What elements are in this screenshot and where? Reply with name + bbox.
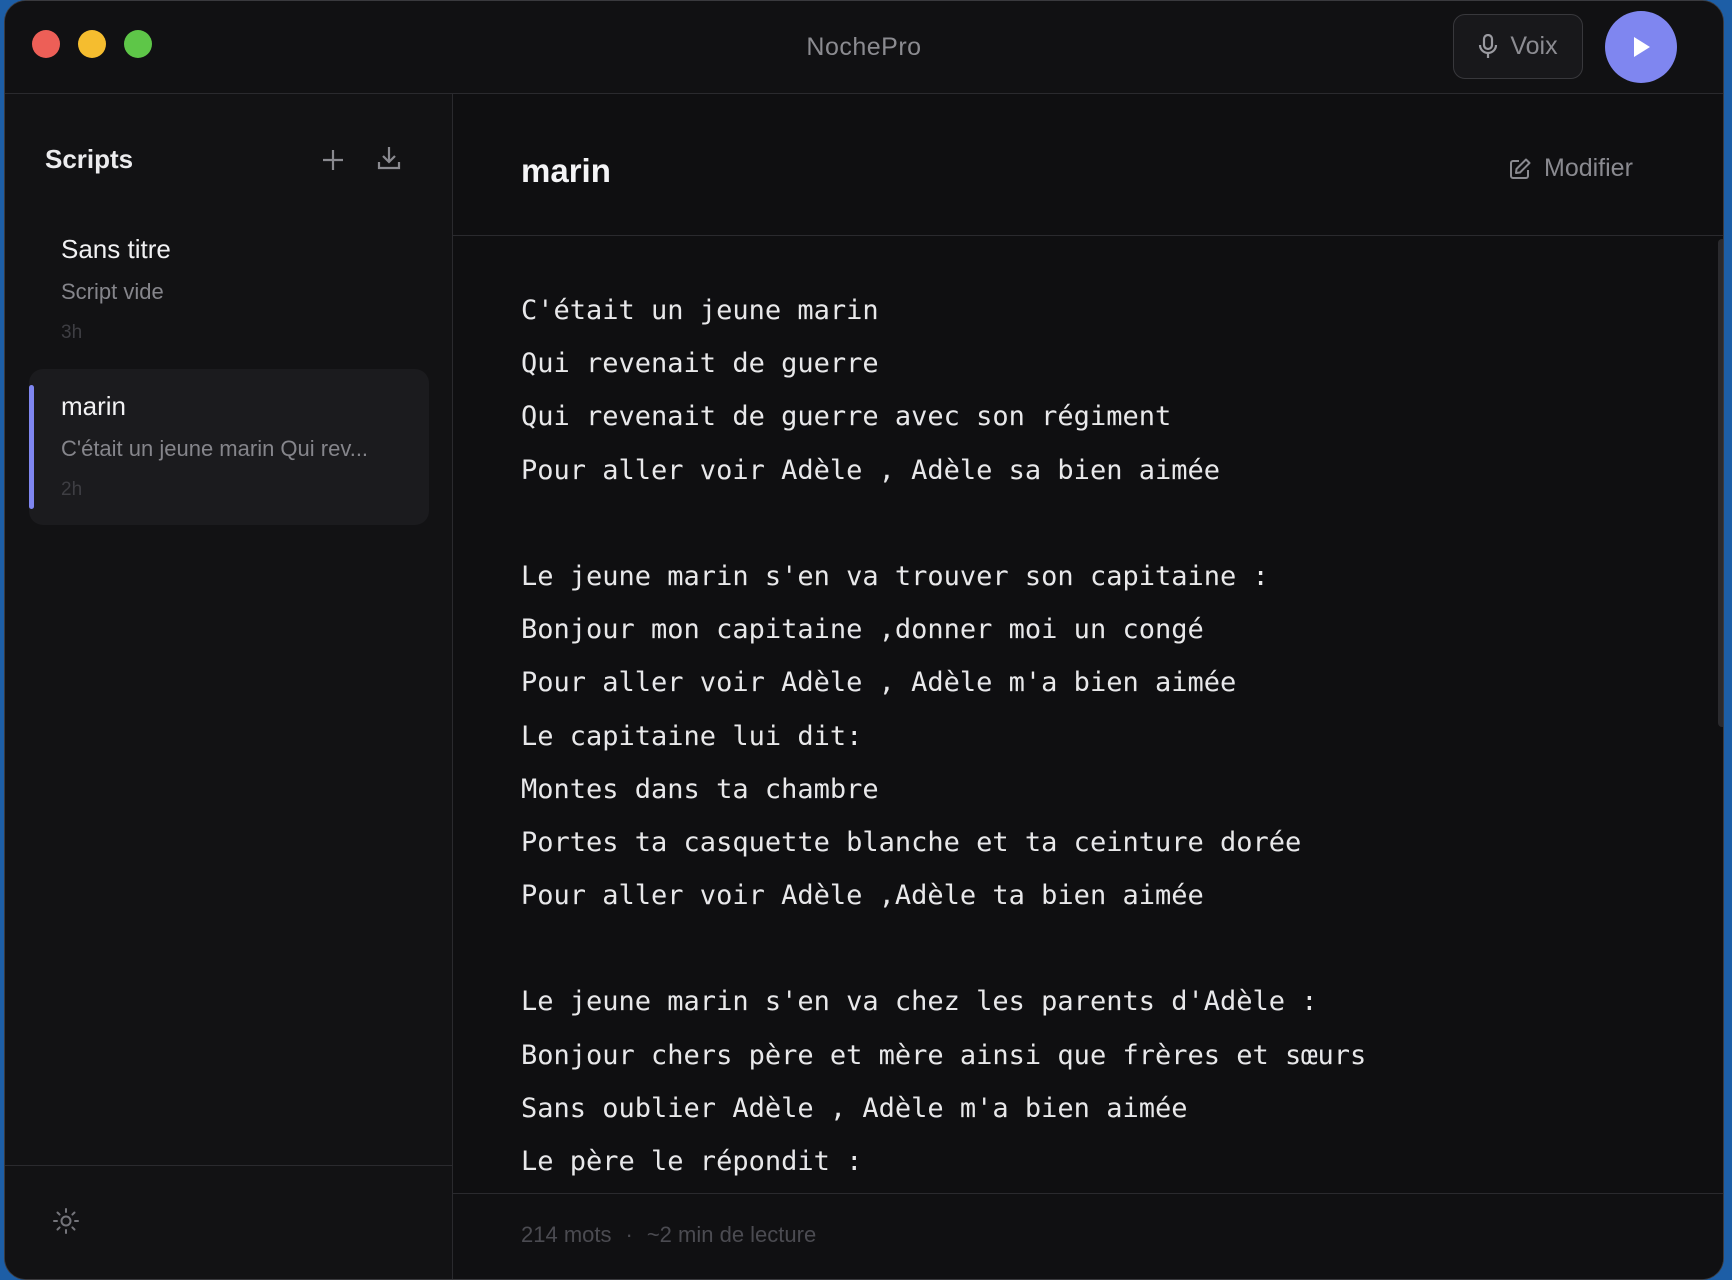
script-line: Qui revenait de guerre xyxy=(521,348,879,380)
status-bar: 214 mots · ~2 min de lecture xyxy=(453,1193,1723,1279)
word-count: 214 mots xyxy=(521,1222,612,1247)
microphone-icon xyxy=(1479,33,1498,58)
script-time: 2h xyxy=(61,479,83,500)
reading-time: ~2 min de lecture xyxy=(646,1222,817,1247)
script-line: Pour aller voir Adèle , Adèle m'a bien a… xyxy=(521,667,1237,699)
script-line: Portes ta casquette blanche et ta ceintu… xyxy=(521,826,1302,858)
script-item-sans-titre[interactable]: Sans titre Script vide 3h xyxy=(29,212,429,368)
play-button[interactable] xyxy=(1605,11,1677,83)
edit-icon xyxy=(1510,158,1531,179)
voice-label: Voix xyxy=(1510,32,1558,60)
script-time: 3h xyxy=(61,322,83,343)
title-bar: NochePro Voix xyxy=(5,1,1723,94)
script-line: Qui revenait de guerre avec son régiment xyxy=(521,401,1172,433)
editor-panel: marin Modifier C'était un jeune marin Qu… xyxy=(453,94,1723,1279)
script-line: Pour aller voir Adèle ,Adèle ta bien aim… xyxy=(521,880,1204,912)
script-line: Le jeune marin s'en va chez les parents … xyxy=(521,986,1318,1018)
script-line: Le capitaine lui dit: xyxy=(521,720,863,752)
sidebar: Scripts Sans titre Script vide 3h marin … xyxy=(5,94,453,1279)
sidebar-heading: Scripts xyxy=(45,144,134,174)
script-line: Bonjour mon capitaine ,donner moi un con… xyxy=(521,614,1204,646)
script-line: Pour aller voir Adèle , Adèle sa bien ai… xyxy=(521,454,1220,486)
edit-button[interactable]: Modifier xyxy=(1508,154,1633,183)
download-icon[interactable] xyxy=(375,144,403,172)
document-header: marin Modifier xyxy=(453,94,1723,236)
script-preview: Script vide xyxy=(61,279,164,304)
script-line: Sans oublier Adèle , Adèle m'a bien aimé… xyxy=(521,1092,1188,1124)
plus-icon[interactable] xyxy=(319,146,347,174)
play-icon xyxy=(1634,37,1650,57)
script-title: marin xyxy=(61,391,127,421)
scrollbar[interactable] xyxy=(1718,239,1723,727)
script-line: Le jeune marin s'en va trouver son capit… xyxy=(521,560,1269,592)
settings-icon[interactable] xyxy=(51,1206,81,1236)
document-title: marin xyxy=(521,152,611,189)
script-line: C'était un jeune marin xyxy=(521,295,879,326)
app-window: NochePro Voix Scripts Sans titre Script … xyxy=(4,0,1724,1280)
separator: · xyxy=(625,1222,633,1247)
edit-label: Modifier xyxy=(1544,154,1633,182)
script-line xyxy=(521,922,1683,975)
script-title: Sans titre xyxy=(61,234,171,264)
word-stats: 214 mots · ~2 min de lecture xyxy=(521,1222,816,1248)
script-preview: C'était un jeune marin Qui rev... xyxy=(61,436,369,461)
script-line: Montes dans ta chambre xyxy=(521,773,879,805)
voice-button[interactable]: Voix xyxy=(1453,14,1583,79)
script-item-marin[interactable]: marin C'était un jeune marin Qui rev... … xyxy=(29,369,429,525)
sidebar-footer xyxy=(5,1165,452,1279)
script-line: Bonjour chers père et mère ainsi que frè… xyxy=(521,1039,1367,1071)
active-indicator xyxy=(29,385,34,509)
script-text[interactable]: C'était un jeune marin Qui revenait de g… xyxy=(521,284,1683,1188)
script-line xyxy=(521,497,1683,550)
script-line: Le père le répondit : xyxy=(521,1146,863,1177)
